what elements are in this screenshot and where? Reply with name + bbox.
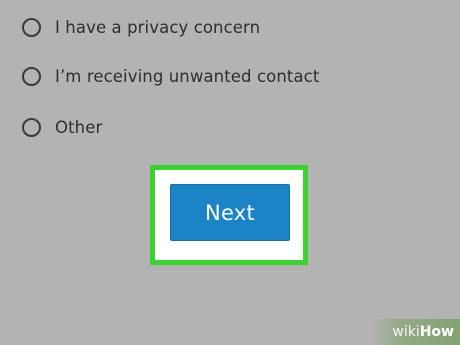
option-label-privacy-concern: I have a privacy concern: [55, 17, 261, 37]
radio-button-privacy-concern[interactable]: [22, 17, 41, 37]
option-privacy-concern[interactable]: I have a privacy concern: [22, 15, 260, 39]
option-label-unwanted-contact: I’m receiving unwanted contact: [55, 66, 320, 86]
wikihow-watermark: wiki How: [372, 319, 460, 345]
option-other[interactable]: Other: [22, 115, 102, 139]
watermark-suffix: How: [419, 324, 454, 340]
watermark-prefix: wiki: [392, 324, 420, 340]
option-label-other: Other: [55, 117, 103, 137]
report-form: I have a privacy concern I’m receiving u…: [0, 0, 460, 345]
option-unwanted-contact[interactable]: I’m receiving unwanted contact: [22, 64, 319, 88]
radio-button-other[interactable]: [22, 117, 41, 137]
radio-button-unwanted-contact[interactable]: [22, 66, 41, 86]
next-button[interactable]: Next: [170, 184, 290, 241]
